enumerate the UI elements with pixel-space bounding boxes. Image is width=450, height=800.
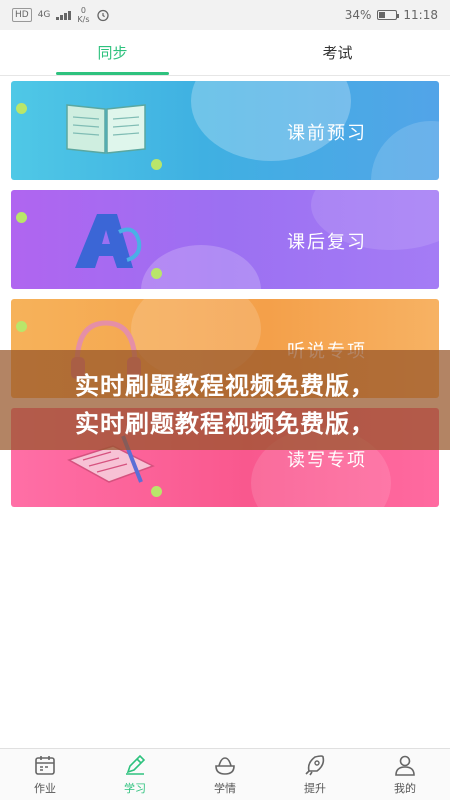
user-icon xyxy=(395,755,415,776)
decor-dot xyxy=(151,159,162,170)
tab-exam-label: 考试 xyxy=(322,44,353,62)
battery-fill xyxy=(379,12,385,18)
pencil-icon xyxy=(126,754,146,775)
decor-dot xyxy=(16,103,27,114)
card-after-class-review[interactable]: 课后复习 xyxy=(11,190,439,289)
overlay-text-line-2: 实时刷题教程视频免费版， xyxy=(75,410,375,438)
speed-unit: K/s xyxy=(77,15,90,24)
nav-item-profile[interactable]: 我的 xyxy=(360,749,450,800)
top-tabs: 同步 考试 xyxy=(0,30,450,76)
decor-dot xyxy=(16,321,27,332)
tab-exam[interactable]: 考试 xyxy=(225,30,450,75)
battery-icon xyxy=(377,10,400,20)
status-left: HD 4G 0 K/s xyxy=(12,6,110,24)
open-book-icon xyxy=(66,104,146,154)
clock: 11:18 xyxy=(403,8,438,22)
bottom-nav: 作业 学习 学情 提升 我的 xyxy=(0,748,450,800)
decor-blob xyxy=(141,245,261,289)
tab-sync-label: 同步 xyxy=(97,44,128,62)
signal-icon xyxy=(56,10,72,20)
letter-a-icon xyxy=(75,214,142,268)
nav-label: 提升 xyxy=(304,782,326,795)
calendar-icon xyxy=(35,756,55,775)
tab-sync[interactable]: 同步 xyxy=(0,30,225,75)
card-pre-class-preview[interactable]: 课前预习 xyxy=(11,81,439,180)
nav-label: 作业 xyxy=(34,782,56,795)
nav-item-improve[interactable]: 提升 xyxy=(270,749,360,800)
chart-bowl-icon xyxy=(215,757,235,775)
rocket-icon xyxy=(305,755,325,776)
nav-item-homework[interactable]: 作业 xyxy=(0,749,90,800)
overlay-text-line-1: 实时刷题教程视频免费版， xyxy=(75,372,375,400)
nav-label: 学情 xyxy=(214,782,236,795)
speed-value: 0 xyxy=(80,6,86,15)
battery-percent: 34% xyxy=(344,8,372,22)
nav-item-study[interactable]: 学习 xyxy=(90,749,180,800)
tab-active-indicator xyxy=(56,72,169,75)
decor-dot xyxy=(151,268,162,279)
decor-dot xyxy=(16,212,27,223)
card-label: 课前预习 xyxy=(287,123,367,144)
nav-label: 我的 xyxy=(394,782,416,795)
hd-badge: HD xyxy=(12,8,32,22)
nav-label: 学习 xyxy=(124,782,146,795)
decor-blob xyxy=(371,121,439,180)
network-speed: 0 K/s xyxy=(77,6,89,24)
card-label: 课后复习 xyxy=(287,232,367,253)
network-type: 4G xyxy=(37,9,51,20)
nav-item-progress[interactable]: 学情 xyxy=(180,749,270,800)
alarm-icon xyxy=(96,9,109,22)
status-right: 34% 11:18 xyxy=(345,8,438,22)
status-bar: HD 4G 0 K/s 34% 11:18 xyxy=(0,0,450,30)
